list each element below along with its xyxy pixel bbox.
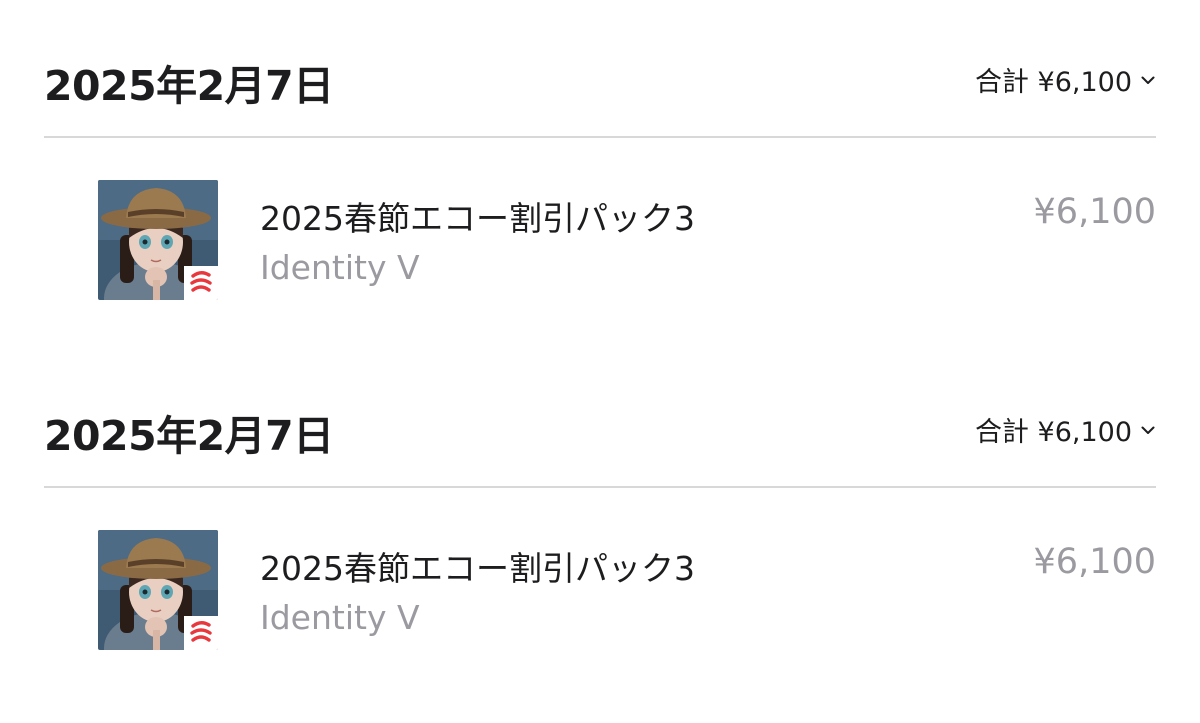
purchase-date: 2025年2月7日 (44, 412, 334, 460)
chevron-down-icon (1140, 422, 1156, 438)
purchase-group: 2025年2月7日 合計 ¥6,100 2025春節エコー割引パック3 Iden… (0, 350, 1200, 680)
purchase-group: 2025年2月7日 合計 ¥6,100 2025春節エコー割引パック3 Iden… (0, 0, 1200, 330)
total-label: 合計 ¥6,100 (974, 417, 1132, 448)
purchase-item-row[interactable]: 2025春節エコー割引パック3 Identity V ¥6,100 (0, 528, 1200, 650)
item-price: ¥6,100 (1033, 192, 1156, 232)
chevron-down-icon (1140, 72, 1156, 88)
item-app-name: Identity V (260, 598, 420, 637)
identity-v-app-icon (98, 180, 218, 300)
total-expand-button[interactable]: 合計 ¥6,100 (975, 60, 1156, 99)
purchase-group-header: 2025年2月7日 合計 ¥6,100 (44, 400, 1156, 460)
item-title: 2025春節エコー割引パック3 (260, 199, 695, 238)
total-expand-button[interactable]: 合計 ¥6,100 (975, 410, 1156, 449)
item-app-name: Identity V (260, 248, 420, 287)
item-price: ¥6,100 (1033, 542, 1156, 582)
purchase-item-row[interactable]: 2025春節エコー割引パック3 Identity V ¥6,100 (0, 178, 1200, 300)
divider (44, 486, 1156, 488)
purchase-date: 2025年2月7日 (44, 62, 334, 110)
total-label: 合計 ¥6,100 (974, 67, 1132, 98)
identity-v-app-icon (98, 530, 218, 650)
item-title: 2025春節エコー割引パック3 (260, 549, 695, 588)
divider (44, 136, 1156, 138)
purchase-group-header: 2025年2月7日 合計 ¥6,100 (44, 50, 1156, 110)
